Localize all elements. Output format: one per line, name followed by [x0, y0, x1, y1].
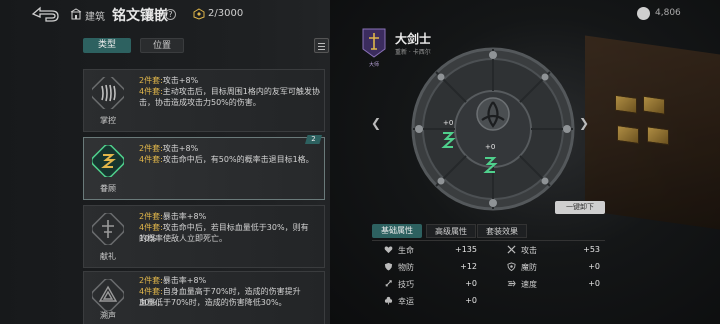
list-filter-icon[interactable] — [314, 38, 329, 53]
inscription-card-juangu[interactable]: 2 眷顾 2件套:攻击+8% 4件套:攻击命中后，有50%的概率击退目标1格。 — [83, 135, 325, 200]
card-name: 眷顾 — [100, 184, 116, 193]
triangle-rune-icon — [92, 279, 124, 311]
tab-advanced-attributes[interactable]: 高级属性 — [426, 224, 476, 238]
jade-glyph-icon — [92, 145, 124, 177]
claw-icon — [92, 77, 124, 109]
card-name: 溯声 — [100, 311, 116, 320]
card-line: 的概率使敌人立即死亡。 — [139, 234, 227, 243]
stat-label: 物防 — [398, 263, 414, 272]
card-line: 2件套:攻击+8% — [139, 144, 199, 153]
card-line: 4件套:攻击命中后，有50%的概率击退目标1格。 — [139, 155, 314, 164]
tab-set-effects[interactable]: 套装效果 — [477, 224, 527, 238]
cross-icon — [92, 213, 124, 245]
card-line: 血量低于70%时，造成的伤害降低30%。 — [139, 298, 287, 307]
stat-value: +53 — [583, 245, 600, 254]
help-icon[interactable]: ? — [165, 9, 176, 20]
inventory-icon — [193, 8, 205, 20]
currency-icon — [637, 7, 650, 20]
inventory-capacity: 2/3000 — [208, 8, 244, 19]
back-icon[interactable] — [30, 5, 60, 23]
prev-hero-icon[interactable]: ❮ — [371, 116, 381, 130]
building-icon — [70, 8, 82, 20]
divider — [372, 240, 605, 241]
card-line: 4件套:主动攻击后，目标周围1格内的友军可触发协 — [139, 87, 320, 96]
currency-amount: 4,806 — [655, 8, 681, 18]
inscription-card-zhangkong[interactable]: 掌控 2件套:攻击+8% 4件套:主动攻击后，目标周围1格内的友军可触发协 击，… — [83, 69, 325, 132]
card-line: 击，协击造成攻击力50%的伤害。 — [139, 98, 261, 107]
stat-value: +0 — [588, 279, 600, 288]
tab-type[interactable]: 类型 — [83, 38, 131, 53]
page-title: 铭文镶嵌 — [112, 8, 168, 24]
card-name: 献礼 — [100, 252, 116, 261]
card-line: 2件套:暴击率+8% — [139, 276, 207, 285]
speed-icon — [507, 280, 516, 287]
top-bar: 建筑 铭文镶嵌 ? 2/3000 4,806 — [0, 0, 720, 28]
clover-icon — [384, 296, 393, 305]
slot-level-label: +0 — [443, 119, 454, 127]
stat-label: 魔防 — [521, 263, 537, 272]
next-hero-icon[interactable]: ❯ — [579, 116, 589, 130]
stat-label: 生命 — [398, 246, 414, 255]
card-line: 2件套:攻击+8% — [139, 76, 199, 85]
skill-icon — [385, 280, 392, 287]
stat-value: +0 — [588, 262, 600, 271]
card-line: 2件套:暴击率+8% — [139, 212, 207, 221]
hero-class-badge-icon — [362, 28, 386, 58]
stat-value: +0 — [465, 279, 477, 288]
unequip-all-button[interactable]: 一键卸下 — [555, 201, 605, 214]
heart-icon — [384, 246, 393, 254]
tab-position[interactable]: 位置 — [140, 38, 184, 53]
card-name: 掌控 — [100, 116, 116, 125]
equipped-slot-icon[interactable] — [440, 129, 457, 151]
sword-icon — [507, 245, 516, 254]
slot-level-label: +0 — [485, 143, 496, 151]
stat-value: +12 — [460, 262, 477, 271]
inscription-card-xianli[interactable]: 献礼 2件套:暴击率+8% 4件套:攻击命中后，若目标血量低于30%，则有10%… — [83, 205, 325, 268]
hero-rank-label: 大师 — [368, 62, 379, 68]
stat-label: 幸运 — [398, 297, 414, 306]
stat-value: +0 — [465, 296, 477, 305]
magic-shield-icon — [507, 262, 516, 271]
stat-label: 速度 — [521, 280, 537, 289]
shield-icon — [384, 262, 393, 271]
background-crate — [585, 35, 720, 230]
stat-value: +135 — [455, 245, 477, 254]
stat-label: 技巧 — [398, 280, 414, 289]
stat-label: 攻击 — [521, 246, 537, 255]
equipped-slot-icon[interactable] — [482, 154, 499, 176]
tab-basic-attributes[interactable]: 基础属性 — [372, 224, 422, 238]
inscription-card-susheng[interactable]: 溯声 2件套:暴击率+8% 4件套:自身血量高于70%时，造成的伤害提升30%，… — [83, 271, 325, 324]
breadcrumb-building[interactable]: 建筑 — [85, 8, 105, 23]
inscription-wheel — [411, 47, 575, 211]
